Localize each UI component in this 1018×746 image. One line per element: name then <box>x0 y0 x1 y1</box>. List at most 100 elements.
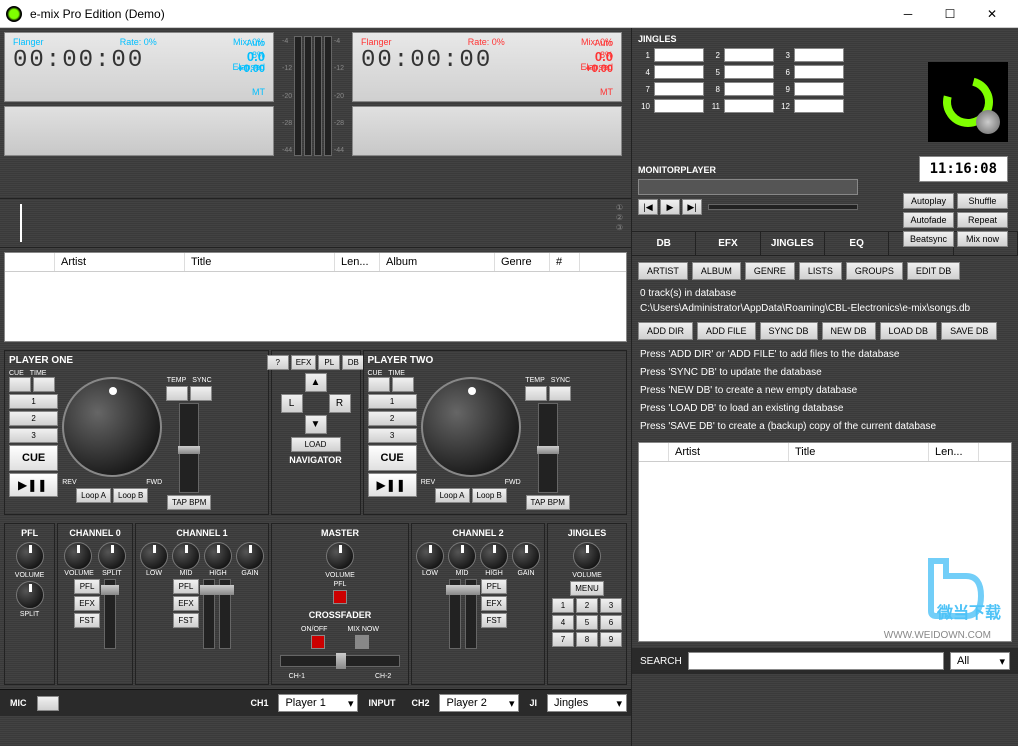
tab-efx[interactable]: EFX <box>696 232 760 255</box>
ch2-source-dropdown[interactable]: Player 2 <box>439 694 519 712</box>
ch0-fader[interactable] <box>104 579 116 649</box>
ch2-fader-2[interactable] <box>465 579 477 649</box>
jingle-slot-3[interactable] <box>794 48 844 62</box>
db-groups-button[interactable]: GROUPS <box>846 262 903 280</box>
jingle-key-8[interactable]: 8 <box>576 632 598 647</box>
jingle-key-4[interactable]: 4 <box>552 615 574 630</box>
p1-play-button[interactable]: ▶❚❚ <box>9 473 58 497</box>
timeline-track[interactable]: ① ② ③ <box>0 198 631 248</box>
db-load[interactable]: LOAD DB <box>880 322 938 340</box>
jingle-key-5[interactable]: 5 <box>576 615 598 630</box>
playlist-view[interactable]: Artist Title Len... Album Genre # <box>4 252 627 342</box>
deck-2-time-display[interactable]: Flanger Rate: 0% Mix: 0% 00:00:00 Auto 8… <box>352 32 622 102</box>
p1-cue-toggle[interactable] <box>9 377 31 392</box>
db-lists-button[interactable]: LISTS <box>799 262 842 280</box>
nav-efx[interactable]: EFX <box>291 355 317 370</box>
jingle-slot-11[interactable] <box>724 99 774 113</box>
nav-left[interactable]: L <box>281 394 303 413</box>
deck-1-time-display[interactable]: Flanger Rate: 0% Mix: 0% 00:00:00 Auto 8… <box>4 32 274 102</box>
maximize-button[interactable]: ☐ <box>930 1 970 27</box>
tab-eq[interactable]: EQ <box>825 232 889 255</box>
monitor-progress[interactable] <box>708 204 858 210</box>
repeat-button[interactable]: Repeat <box>957 212 1008 228</box>
p2-loop-b[interactable]: Loop B <box>472 488 507 503</box>
jingle-slot-6[interactable] <box>794 65 844 79</box>
p1-tap-bpm[interactable]: TAP BPM <box>167 495 211 510</box>
p1-loop-a[interactable]: Loop A <box>76 488 111 503</box>
nav-down[interactable]: ▼ <box>305 415 327 434</box>
p2-pitch-slider[interactable] <box>538 403 558 493</box>
p1-loop-b[interactable]: Loop B <box>113 488 148 503</box>
nav-db[interactable]: DB <box>342 355 364 370</box>
ch1-source-dropdown[interactable]: Player 1 <box>278 694 358 712</box>
nav-help[interactable]: ? <box>267 355 289 370</box>
jingles-volume[interactable] <box>573 542 601 570</box>
jingle-key-3[interactable]: 3 <box>600 598 622 613</box>
ch1-fader[interactable] <box>203 579 215 649</box>
nav-load[interactable]: LOAD <box>291 437 341 452</box>
autoplay-button[interactable]: Autoplay <box>903 193 954 209</box>
jingle-slot-7[interactable] <box>654 82 704 96</box>
p2-sync[interactable] <box>549 386 571 401</box>
deck-2-waveform[interactable] <box>352 106 622 156</box>
ch1-mid[interactable] <box>172 542 200 570</box>
jingle-slot-2[interactable] <box>724 48 774 62</box>
close-button[interactable]: ✕ <box>972 1 1012 27</box>
jingles-menu[interactable]: MENU <box>570 581 604 596</box>
ch2-high[interactable] <box>480 542 508 570</box>
pfl-volume-knob[interactable] <box>16 542 44 570</box>
tab-db[interactable]: DB <box>632 232 696 255</box>
ch2-pfl[interactable]: PFL <box>481 579 507 594</box>
ch2-low[interactable] <box>416 542 444 570</box>
search-filter-dropdown[interactable]: All <box>950 652 1010 670</box>
p1-hot-1[interactable]: 1 <box>9 394 58 409</box>
ch1-efx[interactable]: EFX <box>173 596 199 611</box>
p2-time-toggle[interactable] <box>392 377 414 392</box>
db-save[interactable]: SAVE DB <box>941 322 997 340</box>
ch1-gain[interactable] <box>236 542 264 570</box>
ch0-volume[interactable] <box>64 542 92 570</box>
nav-up[interactable]: ▲ <box>305 373 327 392</box>
db-artist-button[interactable]: ARTIST <box>638 262 688 280</box>
db-edit-button[interactable]: EDIT DB <box>907 262 960 280</box>
ch0-split[interactable] <box>98 542 126 570</box>
master-pfl[interactable] <box>333 590 347 604</box>
p1-temp[interactable] <box>166 386 188 401</box>
minimize-button[interactable]: ─ <box>888 1 928 27</box>
monitor-next[interactable]: ▶| <box>682 199 702 215</box>
monitor-prev[interactable]: |◀ <box>638 199 658 215</box>
ch2-fst[interactable]: FST <box>481 613 507 628</box>
ch1-fst[interactable]: FST <box>173 613 199 628</box>
jingle-slot-12[interactable] <box>794 99 844 113</box>
p1-sync[interactable] <box>190 386 212 401</box>
p1-cue-button[interactable]: CUE <box>9 445 58 471</box>
p1-hot-2[interactable]: 2 <box>9 411 58 426</box>
p2-hot-2[interactable]: 2 <box>368 411 417 426</box>
xfader-onoff[interactable] <box>311 635 325 649</box>
nav-pl[interactable]: PL <box>318 355 340 370</box>
master-volume[interactable] <box>326 542 354 570</box>
jingle-key-9[interactable]: 9 <box>600 632 622 647</box>
jingle-key-1[interactable]: 1 <box>552 598 574 613</box>
jingle-slot-9[interactable] <box>794 82 844 96</box>
p2-cue-toggle[interactable] <box>368 377 390 392</box>
mic-toggle[interactable] <box>37 696 59 711</box>
p2-jog-wheel[interactable] <box>421 377 521 477</box>
jingle-slot-1[interactable] <box>654 48 704 62</box>
p1-hot-3[interactable]: 3 <box>9 428 58 443</box>
deck-1-waveform[interactable] <box>4 106 274 156</box>
p2-cue-button[interactable]: CUE <box>368 445 417 471</box>
db-sync[interactable]: SYNC DB <box>760 322 818 340</box>
jingle-key-6[interactable]: 6 <box>600 615 622 630</box>
db-genre-button[interactable]: GENRE <box>745 262 795 280</box>
jingles-source-dropdown[interactable]: Jingles <box>547 694 627 712</box>
ch2-fader[interactable] <box>449 579 461 649</box>
mixnow-button[interactable]: Mix now <box>957 231 1008 247</box>
p2-play-button[interactable]: ▶❚❚ <box>368 473 417 497</box>
beatsync-button[interactable]: Beatsync <box>903 231 954 247</box>
monitor-play[interactable]: ▶ <box>660 199 680 215</box>
ch1-high[interactable] <box>204 542 232 570</box>
ch0-pfl[interactable]: PFL <box>74 579 100 594</box>
ch0-fst[interactable]: FST <box>74 613 100 628</box>
db-new[interactable]: NEW DB <box>822 322 876 340</box>
